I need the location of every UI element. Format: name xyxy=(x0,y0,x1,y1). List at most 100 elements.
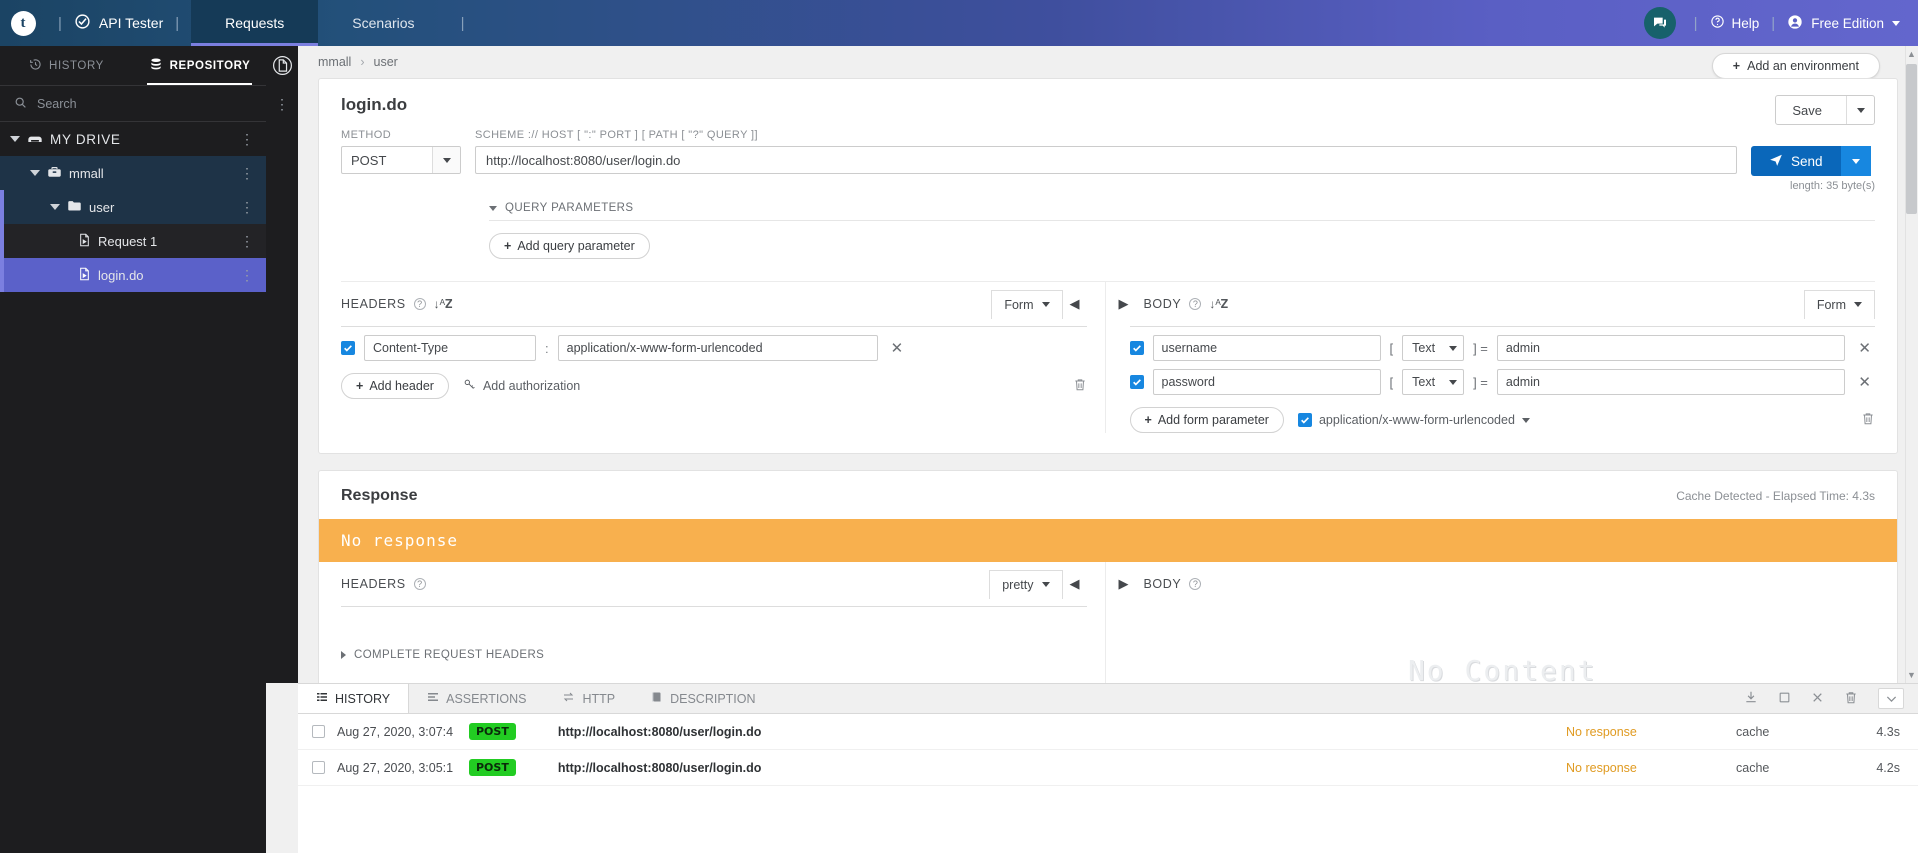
response-headers-mode-select[interactable]: pretty xyxy=(989,569,1063,599)
response-body-collapse-right-icon[interactable]: ▶ xyxy=(1112,576,1136,592)
chevron-down-icon xyxy=(1854,302,1862,307)
body-content-type-group[interactable]: application/x-www-form-urlencoded xyxy=(1297,413,1530,427)
bottom-tab-history[interactable]: HISTORY xyxy=(298,684,410,713)
remove-body-param-icon[interactable]: ✕ xyxy=(1854,339,1875,357)
body-param-value-input[interactable]: admin xyxy=(1496,335,1846,361)
body-param-key-input[interactable]: username xyxy=(1152,335,1381,361)
tree-item-menu-icon[interactable]: ⋮ xyxy=(240,234,254,248)
history-row[interactable]: Aug 27, 2020, 3:05:1 POST http://localho… xyxy=(298,750,1918,786)
tree-item-menu-icon[interactable]: ⋮ xyxy=(240,166,254,180)
add-authorization-label: Add authorization xyxy=(482,379,581,393)
tree-item-menu-icon[interactable]: ⋮ xyxy=(240,268,254,282)
vertical-scrollbar[interactable]: ▲ ▼ xyxy=(1905,46,1918,683)
body-mode-select[interactable]: Form xyxy=(1803,289,1875,319)
plus-icon: + xyxy=(1144,413,1152,427)
chevron-down-icon[interactable] xyxy=(1878,688,1904,709)
caret-down-icon[interactable] xyxy=(30,170,40,176)
add-header-button[interactable]: + Add header xyxy=(341,373,449,399)
body-param-type-value: Text xyxy=(1412,375,1436,389)
document-icon[interactable] xyxy=(272,55,293,79)
remove-header-icon[interactable]: ✕ xyxy=(887,339,908,357)
help-icon[interactable]: ? xyxy=(1189,298,1202,310)
tree-item-mmall[interactable]: mmall ⋮ xyxy=(0,156,266,190)
add-form-parameter-button[interactable]: + Add form parameter xyxy=(1129,407,1284,433)
tree-item-menu-icon[interactable]: ⋮ xyxy=(240,200,254,214)
save-button[interactable]: Save xyxy=(1775,95,1875,125)
breadcrumb-item-user[interactable]: user xyxy=(374,55,398,69)
send-dropdown-icon[interactable] xyxy=(1840,146,1871,176)
clear-icon[interactable] xyxy=(1811,691,1824,707)
tree-item-my-drive[interactable]: MY DRIVE ⋮ xyxy=(0,122,266,156)
history-method-badge: POST xyxy=(469,723,516,740)
help-icon[interactable]: ? xyxy=(1189,578,1202,590)
headers-mode-select[interactable]: Form xyxy=(991,289,1063,319)
body-param-type-select[interactable]: Text xyxy=(1402,335,1465,361)
help-icon[interactable]: ? xyxy=(413,298,426,310)
headers-body-panes: HEADERS ? ↓ᴬ𝐙 Form ◀ Content-Type: appl… xyxy=(341,281,1875,433)
edition-menu[interactable]: Free Edition xyxy=(1787,14,1900,33)
bottom-tab-http-label: HTTP xyxy=(582,691,616,706)
scroll-down-icon[interactable]: ▼ xyxy=(1907,670,1916,680)
app-logo[interactable]: t xyxy=(0,10,46,36)
header-enabled-checkbox[interactable] xyxy=(341,341,355,355)
download-icon[interactable] xyxy=(1744,690,1758,707)
user-avatar-icon xyxy=(1787,14,1803,33)
remove-body-param-icon[interactable]: ✕ xyxy=(1854,373,1875,391)
save-dropdown-icon[interactable] xyxy=(1846,96,1874,124)
delete-all-body-params-icon[interactable] xyxy=(1861,411,1875,429)
history-row-checkbox[interactable] xyxy=(312,725,325,738)
tree-item-request-1[interactable]: Request 1 ⋮ xyxy=(0,224,266,258)
search-input[interactable]: Search xyxy=(0,86,266,122)
select-all-icon[interactable] xyxy=(1778,691,1791,707)
method-select[interactable]: POST xyxy=(341,146,461,174)
body-param-key-input[interactable]: password xyxy=(1152,369,1381,395)
history-row[interactable]: Aug 27, 2020, 3:07:4 POST http://localho… xyxy=(298,714,1918,750)
chevron-down-icon[interactable] xyxy=(432,147,460,173)
chat-icon[interactable] xyxy=(1643,7,1676,39)
tree-item-login-do[interactable]: login.do ⋮ xyxy=(0,258,266,292)
body-param-enabled-checkbox[interactable] xyxy=(1129,341,1144,355)
headers-collapse-left-icon[interactable]: ◀ xyxy=(1063,296,1087,312)
trash-icon[interactable] xyxy=(1844,690,1858,708)
caret-down-icon[interactable] xyxy=(10,136,20,142)
sort-az-icon[interactable]: ↓ᴬ𝐙 xyxy=(1209,297,1228,312)
tab-requests[interactable]: Requests xyxy=(191,0,319,46)
body-param-type-select[interactable]: Text xyxy=(1402,369,1465,395)
add-environment-button[interactable]: + Add an environment xyxy=(1711,53,1880,79)
sort-az-icon[interactable]: ↓ᴬ𝐙 xyxy=(434,297,453,312)
delete-all-headers-icon[interactable] xyxy=(1073,377,1087,395)
query-parameters-header[interactable]: QUERY PARAMETERS xyxy=(489,202,1875,214)
headers-pane: HEADERS ? ↓ᴬ𝐙 Form ◀ Content-Type: appl… xyxy=(341,282,1106,433)
bottom-tab-assertions[interactable]: ASSERTIONS xyxy=(409,684,544,713)
header-key-input[interactable]: Content-Type xyxy=(364,335,536,361)
scrollbar-thumb[interactable] xyxy=(1906,64,1917,214)
breadcrumb-item-mmall[interactable]: mmall xyxy=(318,55,351,69)
add-authorization-button[interactable]: Add authorization xyxy=(463,378,580,394)
headers-header: HEADERS ? ↓ᴬ𝐙 Form ◀ xyxy=(341,282,1087,326)
help-icon[interactable]: ? xyxy=(413,578,426,590)
complete-request-headers-toggle[interactable]: COMPLETE REQUEST HEADERS xyxy=(341,649,1087,661)
bottom-tab-http[interactable]: HTTP xyxy=(544,684,633,713)
sidebar-tabs: HISTORY REPOSITORY xyxy=(0,46,266,86)
tree-item-menu-icon[interactable]: ⋮ xyxy=(240,132,254,146)
scroll-up-icon[interactable]: ▲ xyxy=(1907,49,1916,59)
history-row-checkbox[interactable] xyxy=(312,761,325,774)
add-query-parameter-button[interactable]: + Add query parameter xyxy=(489,233,650,259)
send-button[interactable]: Send xyxy=(1751,146,1875,176)
caret-down-icon[interactable] xyxy=(50,204,60,210)
body-collapse-right-icon[interactable]: ▶ xyxy=(1112,296,1136,312)
header-value-input[interactable]: application/x-www-form-urlencoded xyxy=(557,335,878,361)
body-param-enabled-checkbox[interactable] xyxy=(1129,375,1144,389)
body-param-value-input[interactable]: admin xyxy=(1496,369,1846,395)
url-input[interactable]: http://localhost:8080/user/login.do xyxy=(475,146,1737,174)
sidebar-tab-history[interactable]: HISTORY xyxy=(0,46,133,85)
tab-scenarios[interactable]: Scenarios xyxy=(318,0,448,46)
tree-item-user[interactable]: user ⋮ xyxy=(0,190,266,224)
content-type-enabled-checkbox[interactable] xyxy=(1297,413,1312,427)
sidebar-tab-repository[interactable]: REPOSITORY xyxy=(133,46,266,85)
help-button[interactable]: Help xyxy=(1710,14,1759,32)
divider: | xyxy=(175,14,180,32)
rail-menu-icon[interactable]: ⋮ xyxy=(275,97,289,111)
bottom-tab-description[interactable]: DESCRIPTION xyxy=(633,684,773,713)
response-headers-collapse-left-icon[interactable]: ◀ xyxy=(1063,576,1087,592)
